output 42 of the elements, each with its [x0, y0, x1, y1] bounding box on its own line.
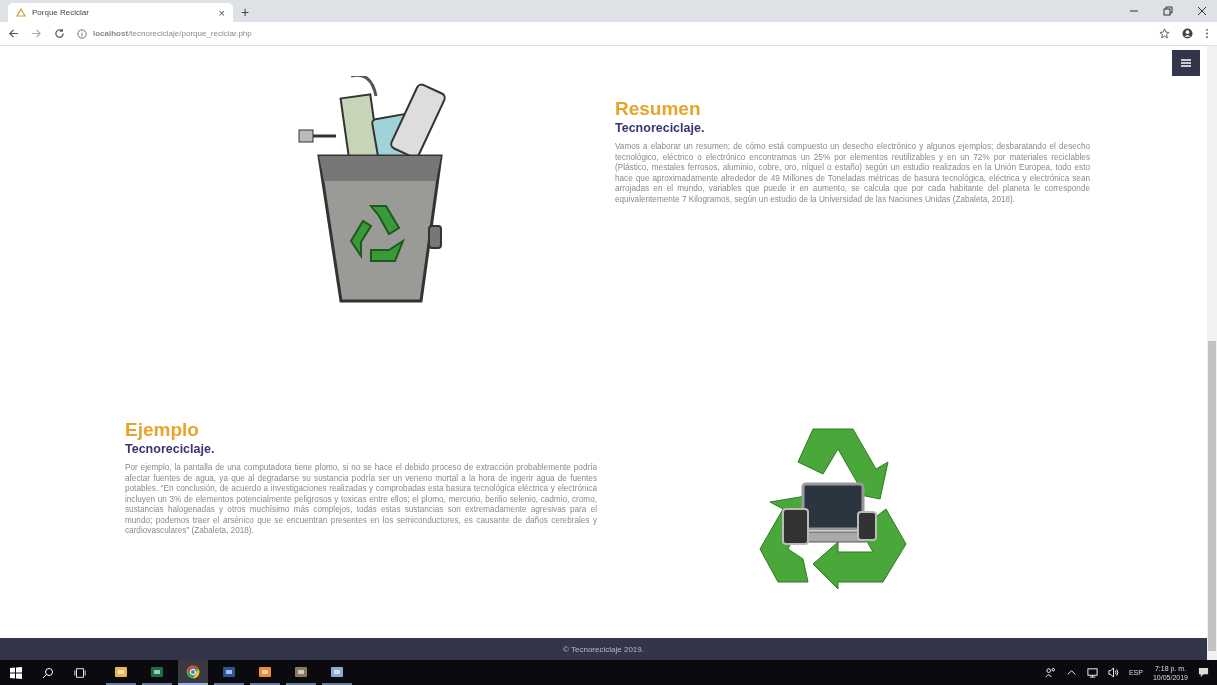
search-icon[interactable] — [42, 666, 54, 679]
app-icon — [258, 664, 272, 679]
round-app-icon — [186, 664, 200, 679]
scrollbar[interactable] — [1207, 46, 1217, 660]
chevron-up-icon[interactable] — [1065, 667, 1077, 678]
section-heading: Ejemplo — [125, 419, 200, 441]
people-icon[interactable] — [1044, 667, 1056, 678]
star-icon[interactable] — [1159, 28, 1170, 39]
app-icon — [294, 664, 308, 679]
tab-title: Porque Reciclar — [32, 8, 90, 17]
recycle-favicon-icon — [16, 7, 26, 18]
back-arrow-icon[interactable] — [8, 28, 19, 39]
scrollbar-thumb[interactable] — [1208, 341, 1216, 651]
tab-close-button[interactable]: × — [218, 6, 225, 19]
network-icon[interactable] — [1086, 667, 1098, 678]
info-icon — [77, 28, 87, 39]
browser-tab[interactable]: Porque Reciclar × — [8, 3, 233, 22]
profile-icon[interactable] — [1182, 28, 1193, 39]
restore-icon[interactable] — [1163, 6, 1173, 16]
notification-icon[interactable] — [1198, 667, 1209, 678]
section-subheading: Tecnoreciclaje. — [615, 120, 706, 136]
app-icon — [114, 664, 128, 679]
more-menu-icon[interactable] — [1205, 28, 1209, 39]
app-icon — [330, 664, 344, 679]
task-view-icon[interactable] — [74, 666, 86, 679]
app-icon — [150, 664, 164, 679]
address-field[interactable]: localhost/tecnoreciclaje/porque_reciclar.php — [77, 24, 1147, 43]
section-subheading: Tecnoreciclaje. — [125, 441, 216, 457]
url-text: localhost/tecnoreciclaje/porque_reciclar.php — [93, 29, 252, 38]
speaker-icon[interactable] — [1107, 667, 1119, 678]
section-paragraph: Por ejemplo, la pantalla de una computadora tiene plomo, si no se hace el debido proceso de extracción probablemente podría afectar fuentes de agua, ya que al degradarse su sustancia podría ser un veneno mortal a la hora de ingerir agua de fuentes potables. “En conclusión, de acuerdo a investigaciones realizadas y comprobadas esta basura tecnológica eléctrica y electrónica incluyen un 3% de elementos potencialmente peligrosos y toxicas entre ellos; el plomo, mercurio, berilio selenio, cadmio, cromo, sustancias halogenadas y otros muchísimo más complejos, todas estas sustancias son extremadamente agresivas para el mundo; podemos traer el arsénico que se encuentran presentes en los semiconductores, es causante de daños cerebrales y cardiovasculares” (Zabaleta, 2018). — [125, 463, 597, 537]
menu-button[interactable] — [1172, 50, 1200, 76]
reload-icon[interactable] — [54, 28, 65, 39]
windows-start-icon[interactable] — [10, 666, 22, 679]
app-icon — [222, 664, 236, 679]
taskbar-app-button[interactable] — [178, 660, 208, 685]
menu-icon — [1181, 59, 1191, 67]
section-heading: Resumen — [615, 98, 702, 120]
close-icon[interactable] — [1197, 6, 1207, 16]
section-paragraph: Vamos a elaborar un resumen; de cómo está compuesto un desecho electrónico y algunos ejemplos; desbaratando el desecho tecnológico, eléctrico o electrónico encontramos un 25% por elementos reutilizables y en un 72% por materiales reciclables (Plástico, mestales ferrosos, aluminio, cobre, oro, níquel o estaño) según un estudio realizados en la Unión Europea, todo esto hace que aproximadamente alrededor de 49 Millones de Toneladas métricas de basura tecnológica, eléctrica y electrónica sean arrojadas en el mundo, variables que puede ir en aumento, se calcula que por cada habitante del planeta le corresponde equivalentemente 7 Kilogramos, según un estudio de la Universidad de las Naciones Unidas (Zabaleta, 2018). — [615, 142, 1090, 205]
copyright-text: © Tecnoreciclaje 2019. — [563, 644, 644, 654]
new-tab-button[interactable]: + — [241, 4, 250, 20]
